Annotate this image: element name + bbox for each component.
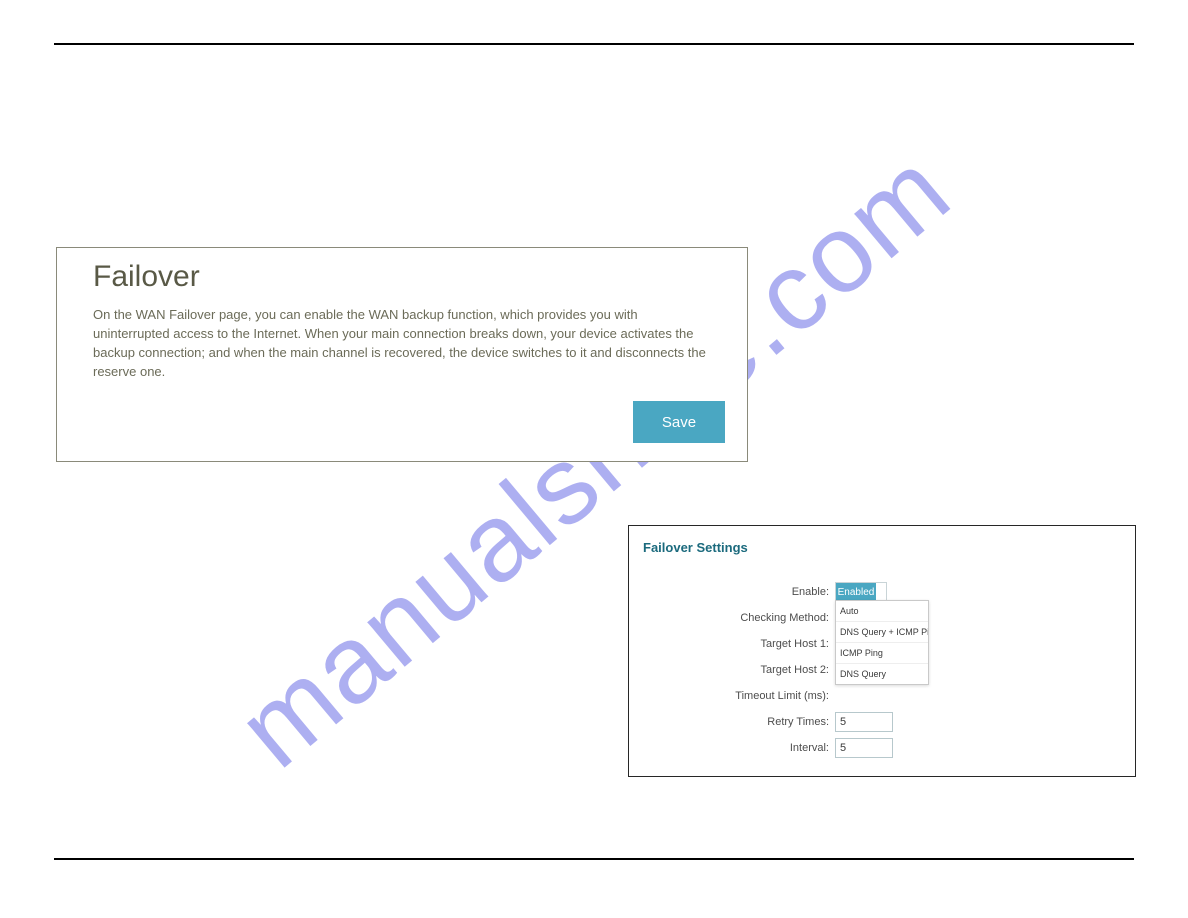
enable-toggle-state: Enabled <box>836 583 876 601</box>
checking-method-dropdown: Auto DNS Query + ICMP Ping ICMP Ping DNS… <box>835 600 929 685</box>
row-retry: Retry Times: 5 <box>643 709 1117 735</box>
save-button[interactable]: Save <box>633 401 725 443</box>
interval-input[interactable]: 5 <box>835 738 893 758</box>
label-host2: Target Host 2: <box>643 664 835 676</box>
label-interval: Interval: <box>643 742 835 754</box>
page-bottom-rule <box>54 858 1134 860</box>
label-host1: Target Host 1: <box>643 638 835 650</box>
label-timeout: Timeout Limit (ms): <box>643 690 835 702</box>
label-enable: Enable: <box>643 586 835 598</box>
failover-settings-panel: Failover Settings Enable: Enabled Checki… <box>628 525 1136 777</box>
interval-value: 5 <box>840 742 846 754</box>
enable-toggle-off <box>876 583 886 601</box>
failover-description-panel: Failover On the WAN Failover page, you c… <box>56 247 748 462</box>
retry-times-input[interactable]: 5 <box>835 712 893 732</box>
retry-times-value: 5 <box>840 716 846 728</box>
dropdown-option[interactable]: DNS Query <box>836 664 928 684</box>
failover-title: Failover <box>93 260 715 294</box>
row-timeout: Timeout Limit (ms): <box>643 683 1117 709</box>
failover-description: On the WAN Failover page, you can enable… <box>93 306 715 381</box>
dropdown-option[interactable]: ICMP Ping <box>836 643 928 664</box>
dropdown-option[interactable]: DNS Query + ICMP Ping <box>836 622 928 643</box>
save-button-label: Save <box>662 414 696 431</box>
page-top-rule <box>54 43 1134 45</box>
label-method: Checking Method: <box>643 612 835 624</box>
row-interval: Interval: 5 <box>643 735 1117 761</box>
dropdown-option[interactable]: Auto <box>836 601 928 622</box>
settings-panel-title: Failover Settings <box>643 540 1117 555</box>
label-retry: Retry Times: <box>643 716 835 728</box>
enable-toggle[interactable]: Enabled <box>835 582 887 602</box>
